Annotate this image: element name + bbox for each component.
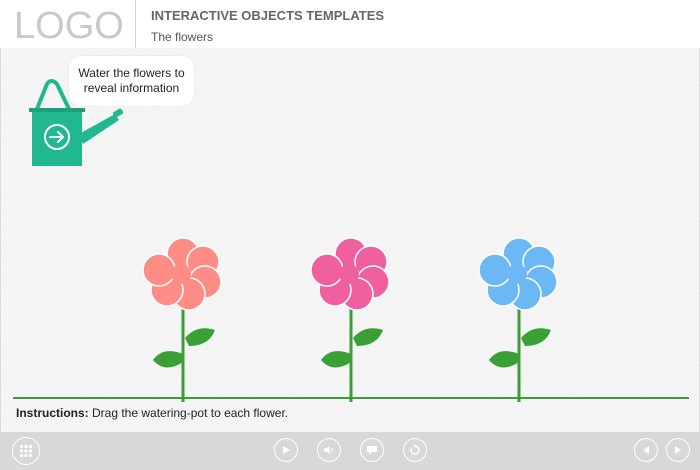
flower-petals [311, 237, 390, 311]
prev-icon [643, 446, 649, 454]
menu-button[interactable] [12, 437, 40, 465]
next-icon [675, 446, 681, 454]
ground-line [13, 397, 689, 399]
replay-icon [410, 444, 420, 455]
flower-blue[interactable] [479, 234, 559, 402]
app-frame: LOGO INTERACTIVE OBJECTS TEMPLATES The f… [0, 0, 700, 470]
instructions-text: Drag the watering-pot to each flower. [88, 406, 289, 420]
volume-icon [324, 446, 333, 454]
instructions-label: Instructions: [16, 406, 89, 420]
player-controls [0, 432, 700, 470]
flower-salmon[interactable] [143, 234, 223, 402]
content-stage: Water the flowers to reveal information [0, 48, 700, 432]
instructions: Instructions: Drag the watering-pot to e… [16, 406, 288, 420]
captions-button[interactable] [360, 438, 384, 462]
volume-button[interactable] [317, 438, 341, 462]
header: LOGO INTERACTIVE OBJECTS TEMPLATES The f… [0, 0, 700, 48]
flower-petals [479, 237, 558, 311]
menu-grid-icon [19, 444, 33, 458]
caption-icon [367, 445, 377, 455]
previous-button[interactable] [634, 438, 658, 462]
course-title: INTERACTIVE OBJECTS TEMPLATES [151, 8, 385, 23]
header-divider [135, 0, 136, 48]
next-button[interactable] [666, 438, 690, 462]
flower-petals [143, 237, 222, 311]
page-subtitle: The flowers [151, 30, 214, 44]
play-icon [283, 446, 290, 454]
bubble-text: Water the flowers to reveal information [78, 66, 185, 95]
flower-pink[interactable] [311, 234, 391, 402]
replay-button[interactable] [403, 438, 427, 462]
logo: LOGO [14, 5, 124, 47]
instruction-bubble: Water the flowers to reveal information [69, 56, 194, 106]
play-button[interactable] [274, 438, 298, 462]
